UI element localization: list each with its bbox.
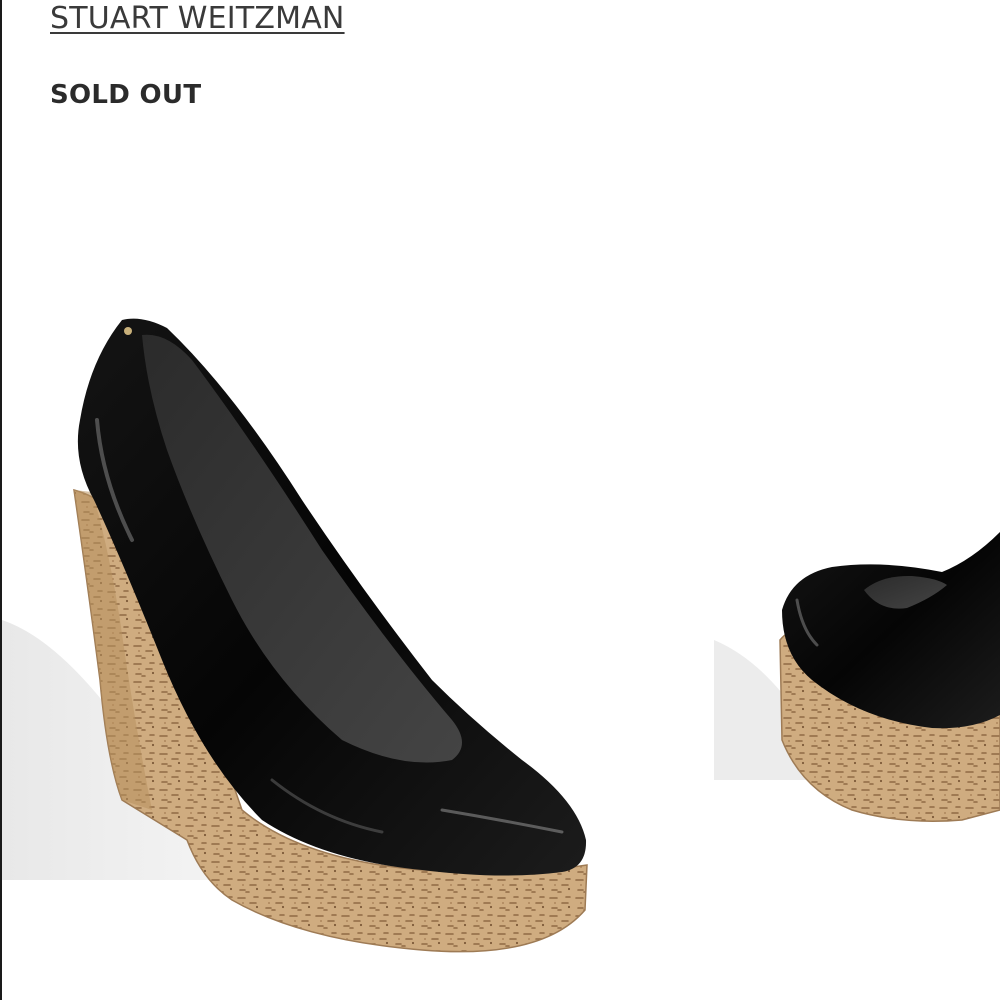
sold-out-label: SOLD OUT [50,80,202,110]
wedge-pump-photo-icon [2,318,1000,953]
product-photo [2,120,1000,1000]
brand-link[interactable]: STUART WEITZMAN [50,0,345,38]
